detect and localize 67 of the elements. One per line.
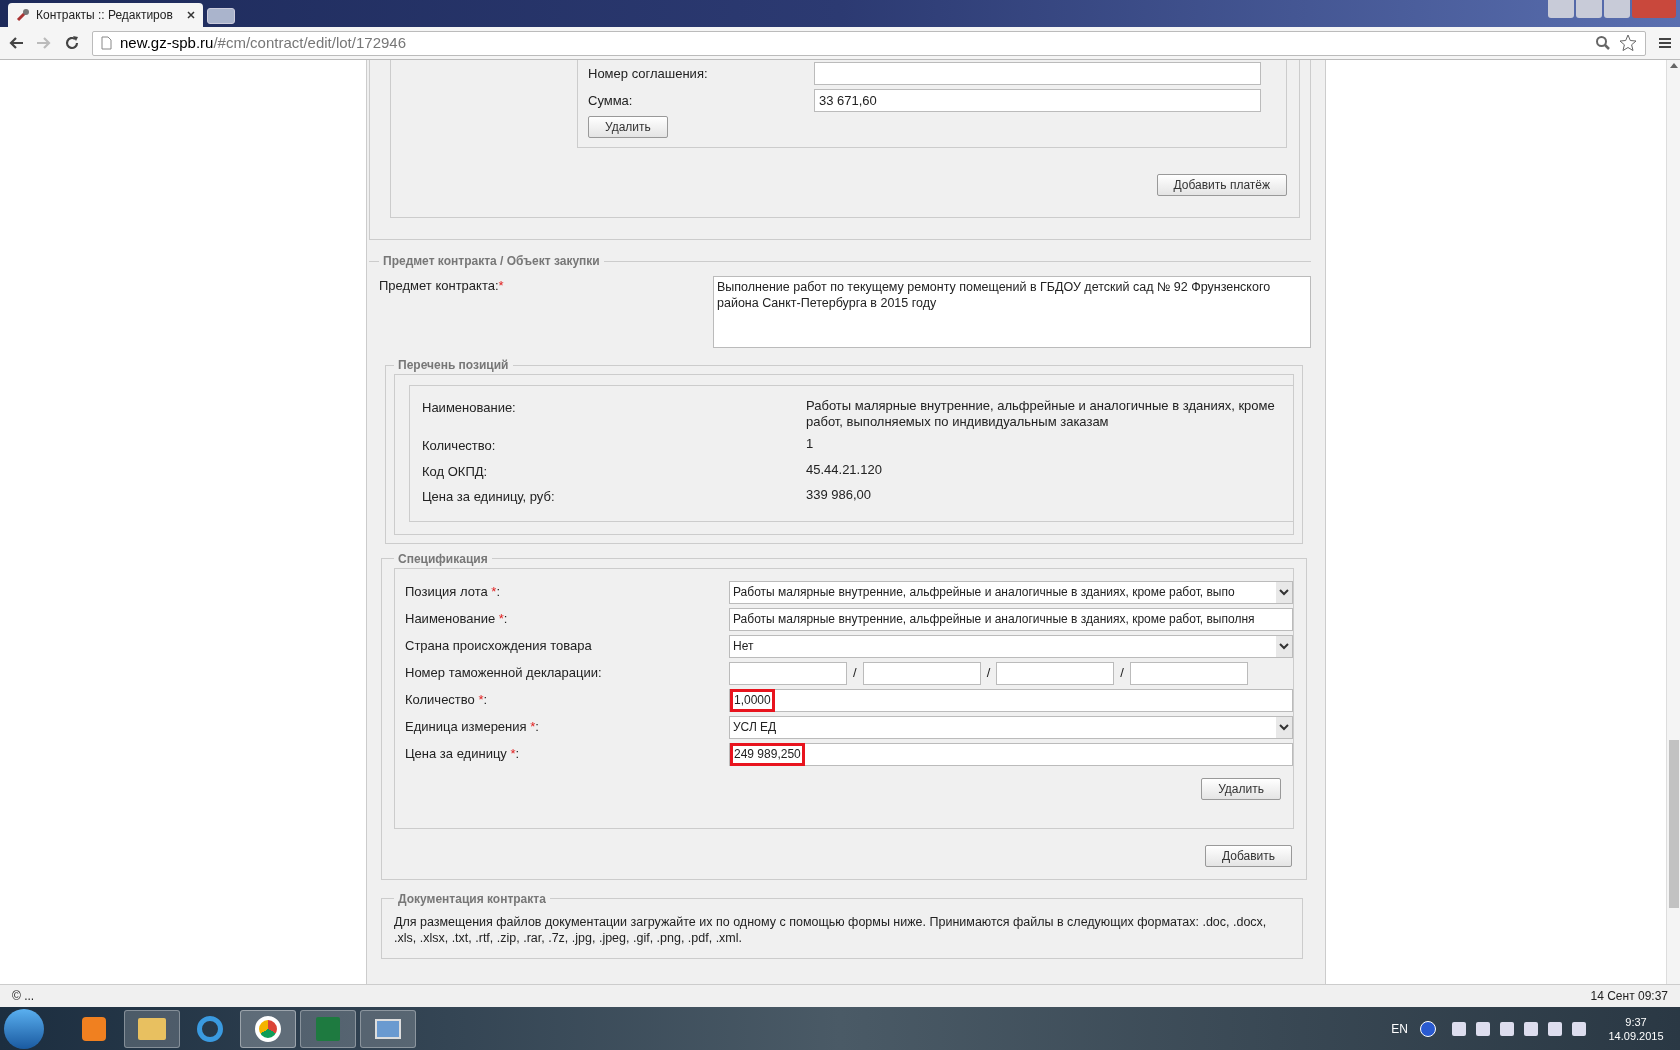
field-label: Предмет контракта:* [379, 277, 505, 295]
folder-icon[interactable] [124, 1009, 180, 1048]
clock-time: 9:37 [1625, 1014, 1647, 1029]
address-bar[interactable]: new.gz-spb.ru/#cm/contract/edit/lot/172946 [92, 30, 1646, 56]
section-legend: Предмет контракта / Объект закупки [379, 252, 604, 270]
field-label: Единица измерения *: [405, 718, 540, 737]
field-label: Позиция лота *: [405, 583, 502, 602]
new-tab-button[interactable] [207, 8, 235, 24]
subject-textarea[interactable]: Выполнение работ по текущему ремонту помещений в ГБДОУ детский сад № 92 Фрунзенского района Санкт-Петербурга в 2015 году [713, 276, 1311, 348]
tab-title: Контракты :: Редактиров [36, 7, 174, 24]
section-legend: Перечень позиций [394, 356, 513, 374]
position-value: 45.44.21.120 [806, 461, 883, 479]
page-icon [101, 36, 112, 50]
documents-info-text: Для размещения файлов документации загружайте их по одному с помощью формы ниже. Принимаются файлы в следующих форматах: .doc, .docx, .xls, .xlsx, .txt, .rtf, .zip, .rar, .7z, .jpg, .jpeg, .gif, .png, .pdf, .xml. [394, 913, 1268, 946]
position-value: 1 [806, 436, 815, 453]
delete-button[interactable]: Удалить [588, 116, 668, 138]
field-label: Страна происхождения товара [405, 637, 593, 656]
position-value: 339 986,00 [806, 487, 873, 504]
text-field[interactable]: 1,0000 [729, 688, 1293, 712]
text-field[interactable] [862, 661, 981, 685]
language-indicator[interactable]: EN [1391, 1019, 1408, 1038]
field-label: Номер соглашения: [588, 64, 709, 83]
text-field[interactable] [1129, 661, 1248, 685]
text-field[interactable] [729, 661, 847, 685]
menu-icon[interactable] [1658, 37, 1672, 49]
text-field[interactable] [996, 661, 1115, 685]
text-field[interactable]: 249 989,250 [729, 742, 1293, 766]
select-field[interactable]: Нет [729, 634, 1293, 658]
tools-icon [16, 8, 30, 22]
status-datetime: 14 Сент 09:37 [1590, 988, 1668, 1005]
browser-tab[interactable]: Контракты :: Редактиров [8, 3, 203, 27]
computer-icon[interactable] [360, 1009, 416, 1048]
field-label: Сумма: [588, 91, 634, 110]
position-label: Наименование: [422, 399, 517, 417]
field-label: Номер таможенной декларации: [405, 664, 603, 683]
position-value: Работы малярные внутренние, альфрейные и аналогичные в зданиях, кроме работ, выполняемых по индивидуальным заказам [806, 398, 1276, 430]
zoom-icon[interactable] [1595, 35, 1611, 51]
section-legend: Документация контракта [394, 889, 550, 908]
scroll-up-icon[interactable] [1669, 62, 1678, 68]
add-payment-button[interactable]: Добавить платёж [1156, 174, 1287, 196]
text-field[interactable] [814, 62, 1261, 85]
field-label: Цена за единицу *: [405, 745, 521, 764]
back-icon[interactable] [8, 36, 24, 50]
text-field[interactable]: 33 671,60 [814, 89, 1261, 112]
close-icon[interactable] [187, 11, 195, 19]
separator-slash: / [853, 664, 857, 683]
position-label: Код ОКПД: [422, 462, 489, 481]
text-field[interactable]: Работы малярные внутренние, альфрейные и аналогичные в зданиях, кроме работ, выполня [729, 607, 1293, 631]
scroll-thumb[interactable] [1668, 740, 1679, 908]
section-legend: Спецификация [394, 549, 492, 568]
position-label: Количество: [422, 437, 497, 455]
position-label: Цена за единицу, руб: [422, 488, 556, 506]
url-text: new.gz-spb.ru/#cm/contract/edit/lot/172946 [120, 32, 407, 53]
delete-button[interactable]: Удалить [1201, 777, 1281, 800]
clock-date: 14.09.2015 [1608, 1028, 1664, 1043]
field-label: Количество *: [405, 691, 489, 710]
select-field[interactable]: Работы малярные внутренние, альфрейные и аналогичные в зданиях, кроме работ, выпо [729, 580, 1293, 604]
field-label: Наименование *: [405, 610, 509, 629]
star-icon[interactable] [1619, 34, 1637, 52]
start-button[interactable] [4, 1008, 44, 1049]
status-text: © ... [12, 988, 35, 1005]
scrollbar[interactable] [1666, 60, 1680, 984]
reload-icon[interactable] [64, 35, 80, 51]
separator-slash: / [986, 664, 991, 683]
add-button[interactable]: Добавить [1204, 844, 1292, 867]
separator-slash: / [1120, 664, 1124, 683]
select-field[interactable]: УСЛ ЕД [729, 715, 1293, 739]
